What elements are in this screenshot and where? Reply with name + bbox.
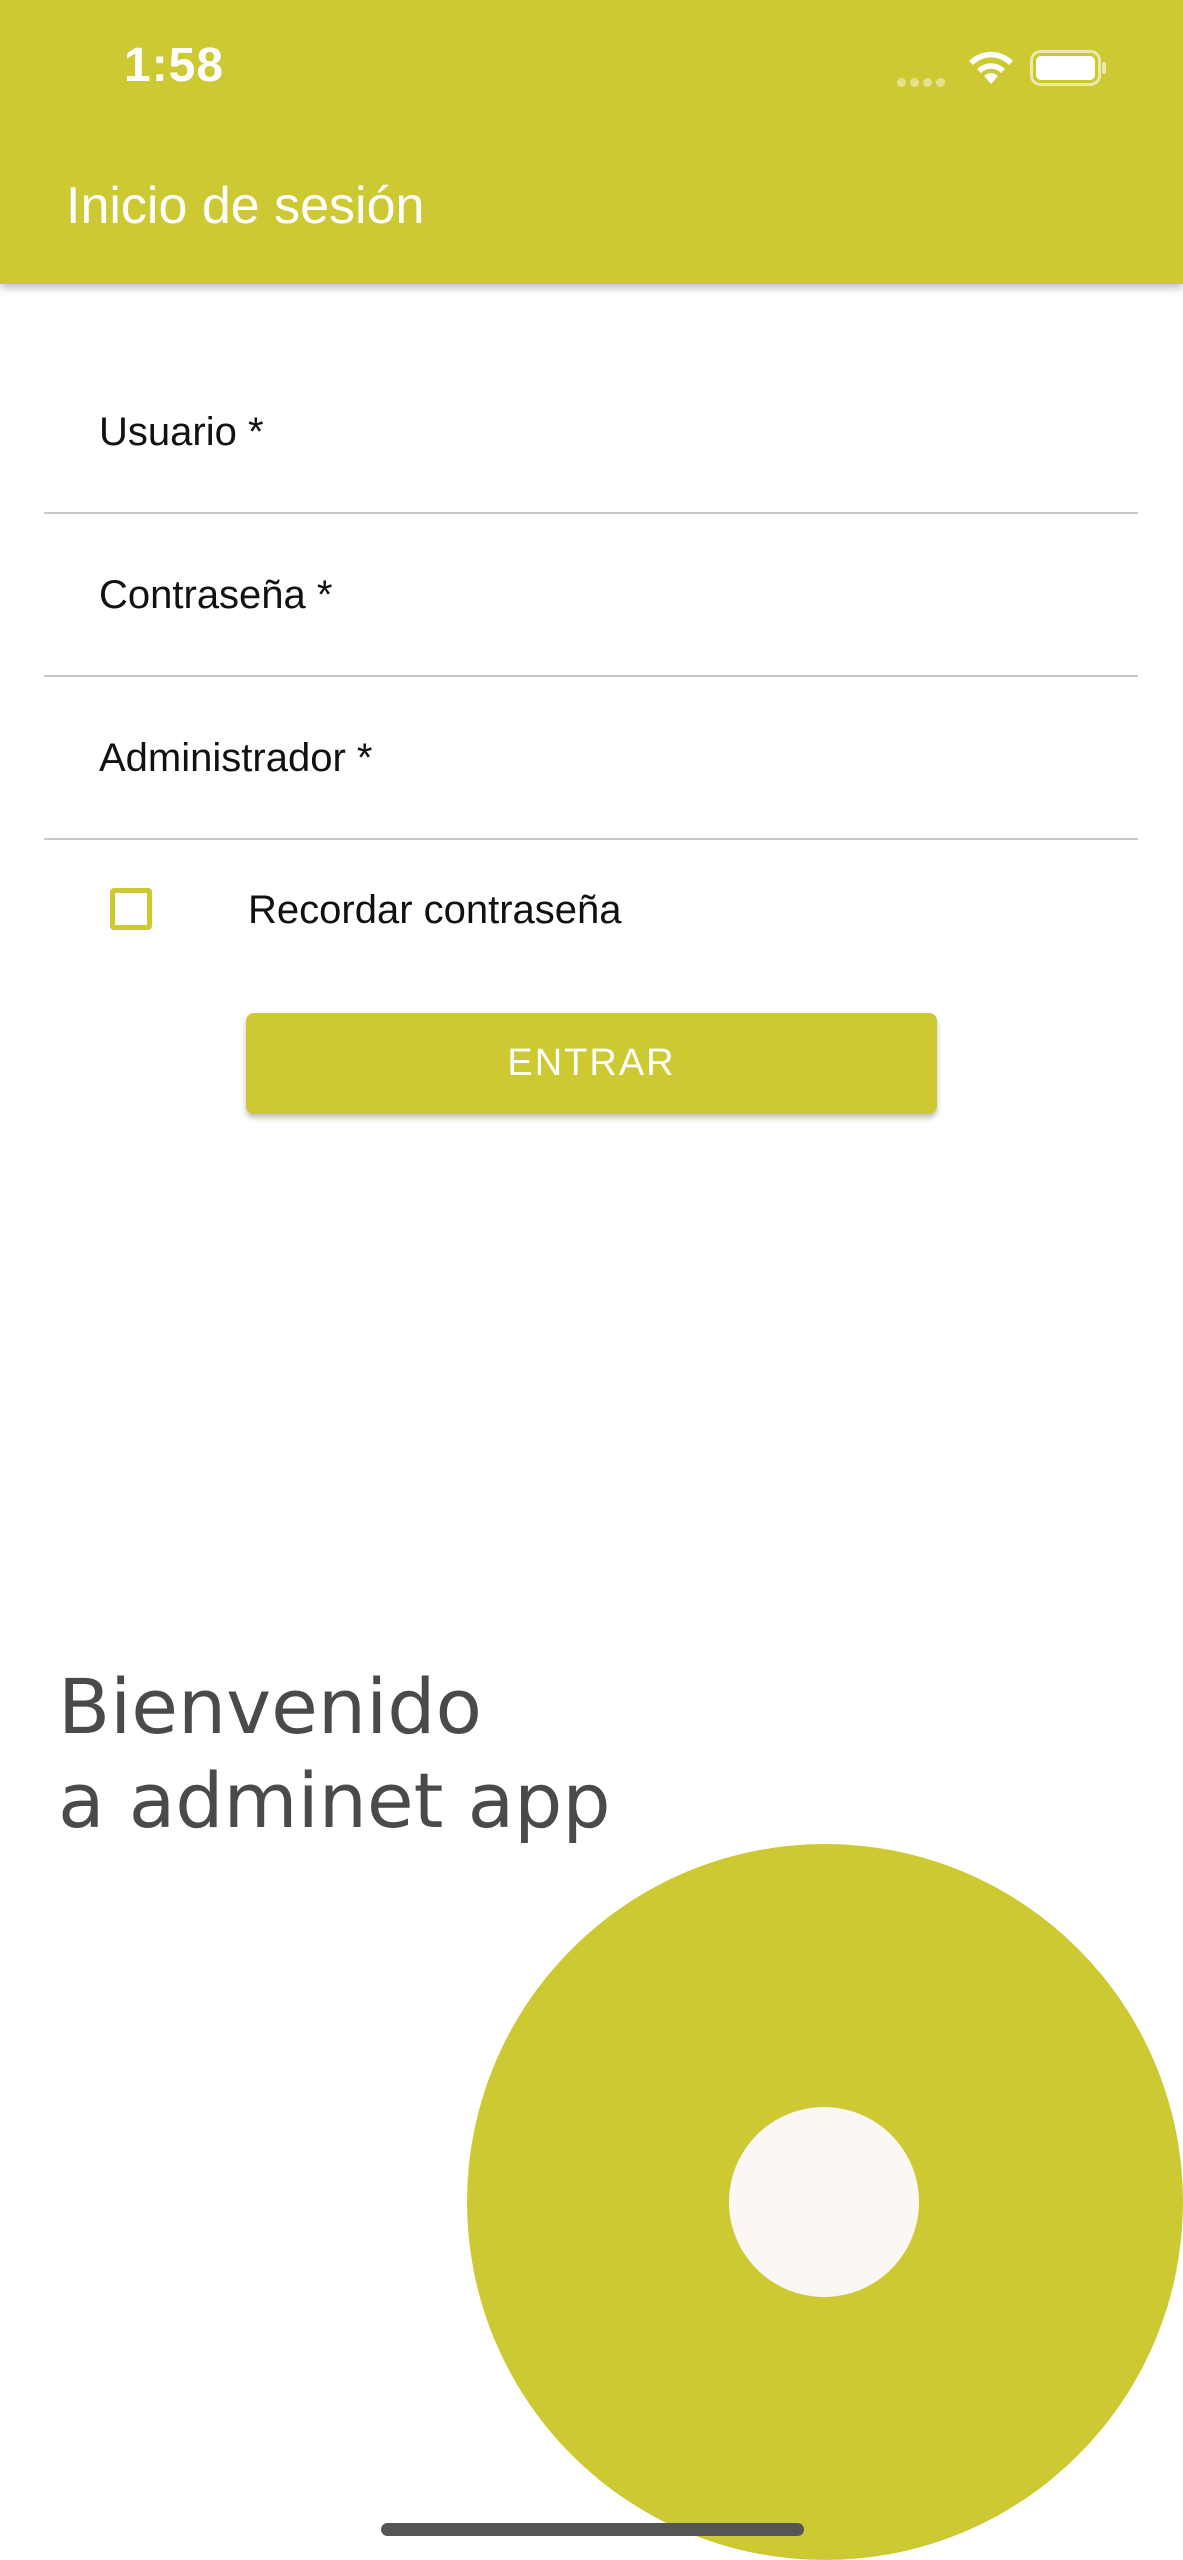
status-time: 1:58 [124, 39, 225, 92]
remember-password-checkbox[interactable] [110, 888, 152, 930]
app-header: 1:58 Inicio de sesión [0, 0, 1183, 284]
remember-password-row: Recordar contraseña [0, 880, 1183, 950]
username-label: Usuario * [99, 410, 264, 454]
administrator-label: Administrador * [99, 736, 373, 780]
administrator-field[interactable]: Administrador * [44, 676, 1138, 840]
welcome-line-1: Bienvenido [58, 1662, 482, 1751]
welcome-message: Bienvenido a adminet app [58, 1660, 611, 1848]
login-screen: 1:58 Inicio de sesión Usuario * Contrase… [0, 0, 1183, 2560]
wifi-icon [969, 51, 1013, 84]
home-indicator[interactable] [381, 2523, 804, 2536]
remember-password-label[interactable]: Recordar contraseña [248, 888, 622, 933]
username-field[interactable]: Usuario * [44, 350, 1138, 514]
welcome-line-2: a adminet app [58, 1756, 611, 1845]
page-title: Inicio de sesión [66, 177, 425, 235]
decorative-inner-circle [729, 2107, 919, 2297]
battery-icon [1030, 50, 1106, 86]
enter-button[interactable]: ENTRAR [246, 1013, 937, 1114]
password-field[interactable]: Contraseña * [44, 513, 1138, 677]
password-label: Contraseña * [99, 573, 333, 617]
signal-icon [897, 74, 949, 87]
